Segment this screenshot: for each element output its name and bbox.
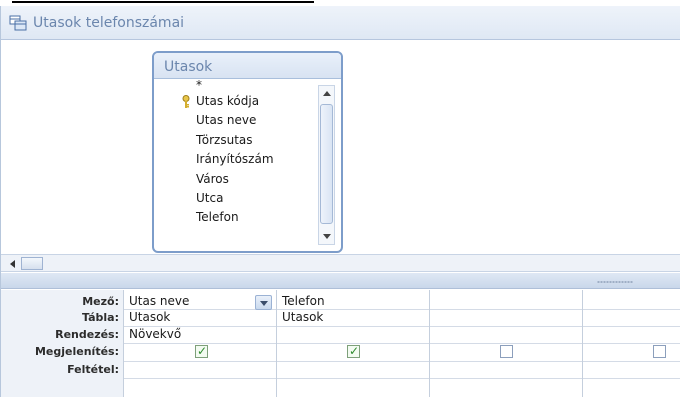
field-utas-neve[interactable]: Utas neve — [154, 111, 314, 130]
checkmark-icon: ✓ — [349, 344, 360, 358]
show-checkbox[interactable]: ✓ — [347, 344, 360, 358]
pane-splitter[interactable] — [1, 273, 680, 289]
table-name[interactable]: Utasok — [154, 53, 341, 79]
scroll-left-icon[interactable] — [10, 260, 15, 268]
field-dropdown-button[interactable] — [255, 295, 272, 310]
design-grid: Mező: Tábla: Rendezés: Megjelenítés: Fel… — [1, 290, 680, 397]
table-cell[interactable]: Utasok — [282, 310, 323, 324]
grid-row-labels: Mező: Tábla: Rendezés: Megjelenítés: Fel… — [1, 290, 124, 397]
show-checkbox[interactable] — [653, 345, 666, 358]
show-checkbox[interactable]: ✓ — [195, 344, 208, 358]
row-label-criteria: Feltétel: — [67, 363, 119, 376]
field-iranyitoszam[interactable]: Irányítószám — [154, 150, 314, 169]
field-telefon[interactable]: Telefon — [154, 208, 314, 227]
horizontal-scrollbar[interactable] — [1, 254, 680, 272]
field-utas-kodja[interactable]: Utas kódja — [154, 92, 314, 111]
field-cell[interactable]: Telefon — [282, 294, 325, 308]
horizontal-scroll-thumb[interactable] — [21, 257, 43, 270]
checkmark-icon: ✓ — [197, 344, 208, 358]
scroll-up-icon[interactable] — [323, 91, 331, 96]
query-design-window: Utasok telefonszámai Utasok * Utas kódja… — [0, 6, 680, 397]
field-utca[interactable]: Utca — [154, 189, 314, 208]
field-all[interactable]: * — [154, 79, 314, 92]
table-cell[interactable]: Utasok — [129, 310, 170, 324]
top-underline — [12, 1, 314, 3]
table-design-area[interactable]: Utasok * Utas kódja Utas neve Törzsutas … — [1, 41, 680, 254]
query-icon — [9, 15, 27, 31]
window-title: Utasok telefonszámai — [33, 15, 185, 31]
document-tab[interactable]: Utasok telefonszámai — [1, 6, 680, 40]
field-list: * Utas kódja Utas neve Törzsutas Irányít… — [154, 79, 314, 228]
splitter-grip-icon[interactable] — [597, 281, 633, 283]
field-varos[interactable]: Város — [154, 170, 314, 189]
scroll-down-icon[interactable] — [323, 234, 331, 239]
row-label-table: Tábla: — [82, 311, 119, 324]
primary-key-icon — [182, 95, 190, 108]
field-torzsutas[interactable]: Törzsutas — [154, 131, 314, 150]
grid-column-4[interactable] — [583, 290, 680, 397]
field-list-scrollbar[interactable] — [318, 85, 335, 245]
sort-cell[interactable]: Növekvő — [129, 327, 181, 341]
row-label-field: Mező: — [82, 295, 119, 308]
field-cell[interactable]: Utas neve — [129, 294, 189, 308]
show-checkbox[interactable] — [500, 345, 513, 358]
row-label-show: Megjelenítés: — [34, 345, 119, 358]
table-field-list-utasok[interactable]: Utasok * Utas kódja Utas neve Törzsutas … — [152, 51, 343, 253]
grid-column-3[interactable] — [430, 290, 583, 397]
row-label-sort: Rendezés: — [55, 328, 119, 341]
scroll-thumb[interactable] — [320, 104, 333, 224]
